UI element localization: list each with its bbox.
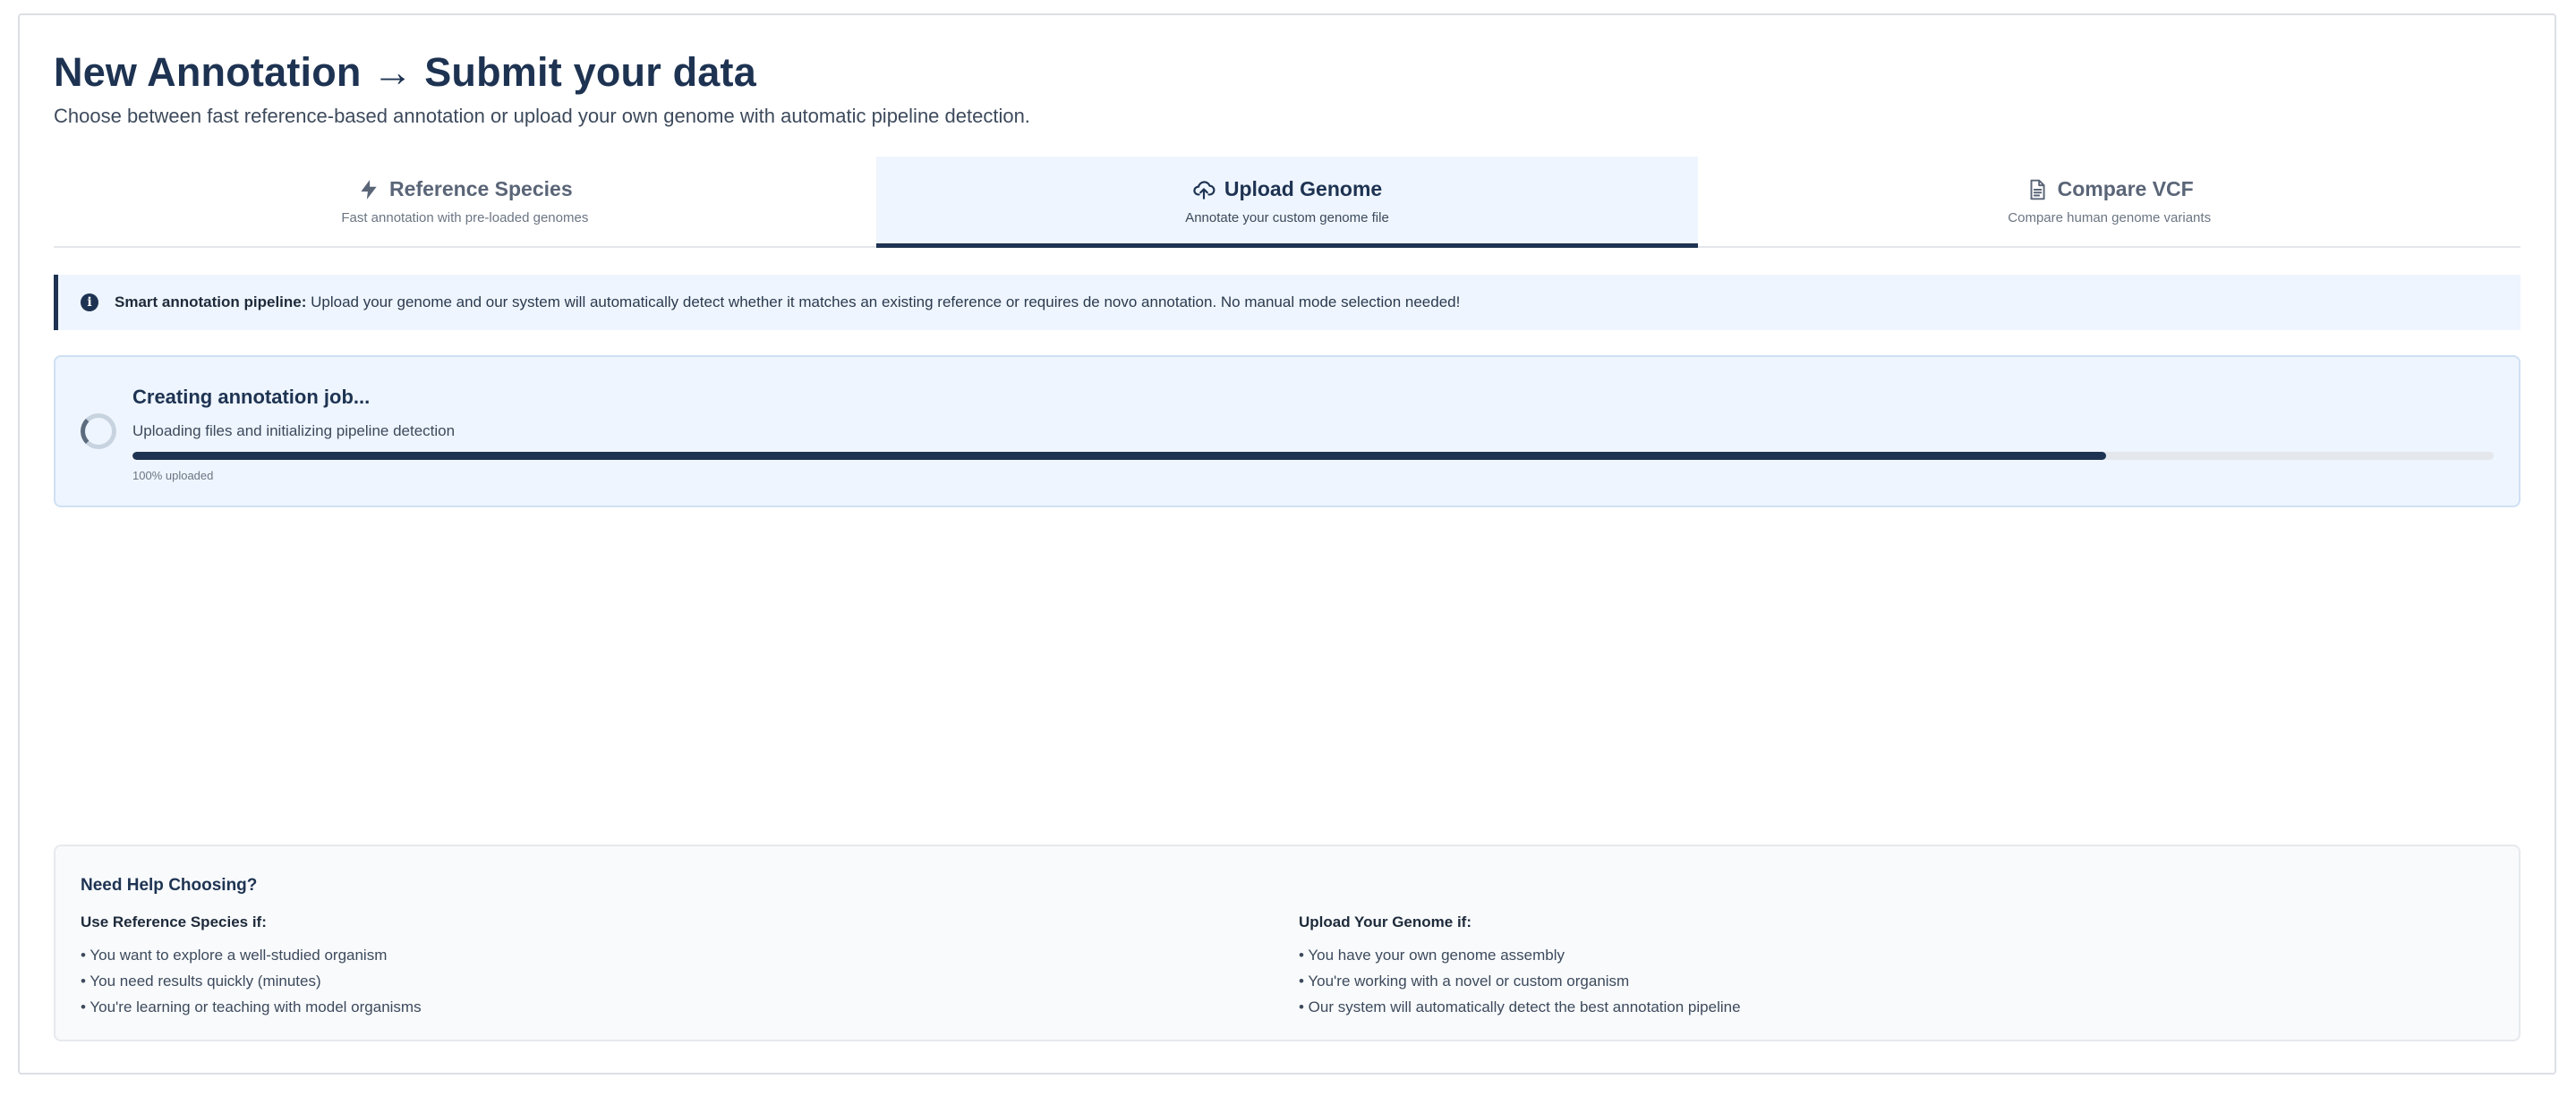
progress-title: Creating annotation job...: [132, 386, 371, 408]
main-panel: New Annotation → Submit your data Choose…: [18, 13, 2556, 1075]
tab-compare-vcf[interactable]: Compare VCF Compare human genome variant…: [1698, 157, 2521, 246]
help-card: Need Help Choosing? Use Reference Specie…: [54, 845, 2521, 1041]
tab-reference-species[interactable]: Reference Species Fast annotation with p…: [54, 157, 876, 246]
help-item: • You're working with a novel or custom …: [1299, 973, 1630, 990]
progress-bar: [132, 452, 2494, 460]
upload-progress-card: Creating annotation job... Uploading fil…: [54, 355, 2521, 507]
lightning-icon: [361, 179, 377, 200]
tab-label: Upload Genome: [1224, 177, 1383, 200]
page-title: New Annotation → Submit your data: [54, 49, 756, 95]
progress-bar-fill: [132, 452, 2107, 460]
help-column-title: Upload Your Genome if:: [1299, 913, 1471, 930]
help-item: • You want to explore a well-studied org…: [81, 947, 388, 964]
help-item: • Our system will automatically detect t…: [1299, 998, 1741, 1015]
tab-label: Compare VCF: [2057, 177, 2194, 200]
info-banner: i Smart annotation pipeline: Upload your…: [54, 275, 2521, 330]
tab-upload-genome[interactable]: Upload Genome Annotate your custom genom…: [875, 157, 1699, 248]
loading-spinner-icon: [81, 413, 116, 449]
help-title: Need Help Choosing?: [81, 876, 258, 895]
help-item: • You're learning or teaching with model…: [81, 998, 422, 1015]
tab-label: Reference Species: [389, 177, 573, 200]
document-icon: [2030, 179, 2045, 200]
progress-subtitle: Uploading files and initializing pipelin…: [132, 422, 456, 439]
tab-description: Fast annotation with pre-loaded genomes: [341, 210, 589, 225]
mode-tabs: Reference Species Fast annotation with p…: [54, 157, 2521, 248]
help-column-upload: Upload Your Genome if: • You have your o…: [1299, 913, 1741, 1020]
info-lead: Smart annotation pipeline:: [115, 293, 307, 310]
help-column-reference: Use Reference Species if: • You want to …: [81, 913, 422, 1020]
cloud-upload-icon: [1193, 180, 1215, 200]
content-area: New Annotation → Submit your data Choose…: [54, 15, 2521, 1073]
info-text: Smart annotation pipeline: Upload your g…: [115, 293, 1460, 311]
tab-description: Compare human genome variants: [2008, 210, 2212, 225]
tab-description: Annotate your custom genome file: [1185, 210, 1389, 225]
page-subtitle: Choose between fast reference-based anno…: [54, 105, 1030, 127]
info-icon: i: [81, 293, 98, 311]
help-item: • You have your own genome assembly: [1299, 947, 1565, 964]
info-body: Upload your genome and our system will a…: [306, 293, 1461, 310]
help-column-title: Use Reference Species if:: [81, 913, 267, 930]
help-item: • You need results quickly (minutes): [81, 973, 321, 990]
progress-label: 100% uploaded: [132, 469, 214, 482]
